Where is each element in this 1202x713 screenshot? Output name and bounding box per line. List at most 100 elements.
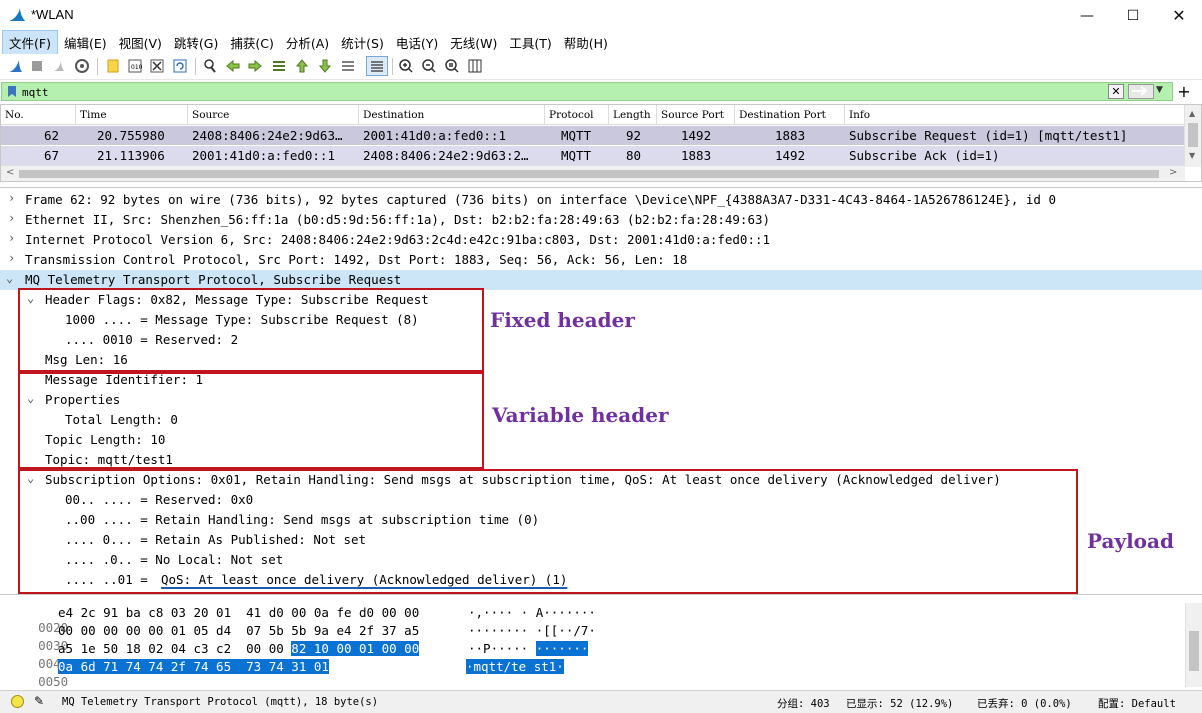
close-button[interactable]: ✕ [1156,0,1202,31]
minimize-button[interactable]: — [1064,0,1110,31]
chevron-right-icon[interactable]: › [8,191,20,205]
autoscroll-icon[interactable] [339,57,357,75]
stop-capture-icon[interactable] [28,57,46,75]
packet-list: No. Time Source Destination Protocol Len… [0,104,1202,182]
packet-destination: 2408:8406:24e2:9d63:2… [363,148,529,163]
reload-file-icon[interactable] [171,57,189,75]
chevron-right-icon[interactable]: › [8,251,20,265]
display-filter-input[interactable] [22,83,1102,100]
status-profile[interactable]: 配置: Default [1098,696,1176,711]
variable-header-box [18,372,484,469]
window-title: *WLAN [31,7,74,22]
status-displayed: 已显示: 52 (12.9%) [846,698,954,710]
resize-columns-icon[interactable] [466,57,484,75]
menu-analyze[interactable]: 分析(A) [280,31,335,54]
menu-go[interactable]: 跳转(G) [168,31,224,54]
start-capture-icon[interactable] [6,57,24,75]
clear-filter-icon[interactable]: ✕ [1108,84,1124,99]
packet-destination-port: 1492 [775,148,806,163]
bytes-ascii: ·mqtt/te st1· [466,659,564,677]
column-destination-port[interactable]: Destination Port [735,105,845,125]
bytes-ascii: ·,···· · A······· [468,605,596,620]
menu-telephony[interactable]: 电话(Y) [390,31,444,54]
go-last-packet-icon[interactable] [316,57,334,75]
payload-box [18,469,1078,594]
packet-row[interactable]: 62 20.755980 2408:8406:24e2:9d63… 2001:4… [1,126,1185,145]
status-dropped: 已丢弃: 0 (0.0%) [977,698,1072,710]
packet-no: 62 [44,128,60,143]
save-file-icon[interactable]: 010 [126,57,144,75]
restart-capture-icon[interactable] [50,57,68,75]
packet-protocol: MQTT [561,148,592,163]
apply-filter-icon[interactable] [1128,84,1154,99]
column-info[interactable]: Info [845,105,1185,125]
column-time[interactable]: Time [76,105,188,125]
bytes-vertical-scrollbar[interactable] [1185,603,1202,687]
filter-history-chevron-down-icon[interactable]: ▼ [1156,85,1163,95]
column-no[interactable]: No. [1,105,76,125]
packet-list-header: No. Time Source Destination Protocol Len… [1,105,1185,125]
column-destination[interactable]: Destination [359,105,545,125]
zoom-normal-icon[interactable] [443,57,461,75]
status-field-info: MQ Telemetry Transport Protocol (mqtt), … [62,696,379,708]
zoom-in-icon[interactable] [397,57,415,75]
open-file-icon[interactable] [104,57,122,75]
chevron-right-icon[interactable]: › [8,211,20,225]
find-packet-icon[interactable] [201,57,219,75]
tree-item-mqtt[interactable]: ⌄ MQ Telemetry Transport Protocol, Subsc… [0,270,1202,290]
packet-source: 2001:41d0:a:fed0::1 [192,148,335,163]
column-protocol[interactable]: Protocol [545,105,609,125]
packet-time: 20.755980 [97,128,165,143]
tree-item-frame[interactable]: › Frame 62: 92 bytes on wire (736 bits),… [0,190,1202,210]
bytes-ascii-highlight: ······· [535,641,589,656]
packet-list-horizontal-scrollbar[interactable]: < > [1,165,1185,181]
capture-options-icon[interactable] [73,57,91,75]
menu-file[interactable]: 文件(F) [2,30,58,55]
chevron-down-icon[interactable]: ⌄ [6,271,18,285]
chevron-right-icon[interactable]: › [8,231,20,245]
menu-wireless[interactable]: 无线(W) [444,31,503,54]
colorize-icon[interactable] [366,56,388,76]
tree-item-ethernet[interactable]: › Ethernet II, Src: Shenzhen_56:ff:1a (b… [0,210,1202,230]
packet-info: Subscribe Request (id=1) [mqtt/test1] [849,128,1128,143]
fixed-header-box [18,288,484,372]
bytes-hex: a5 1e 50 18 02 04 c3 c2 00 00 82 10 00 0… [58,641,420,656]
column-source[interactable]: Source [188,105,359,125]
menu-help[interactable]: 帮助(H) [558,31,614,54]
packet-no: 67 [44,148,60,163]
packet-list-vertical-scrollbar[interactable]: ▲ ▼ [1184,105,1201,167]
payload-label: Payload [1087,529,1174,553]
menu-capture[interactable]: 捕获(C) [224,31,279,54]
tree-item-ipv6[interactable]: › Internet Protocol Version 6, Src: 2408… [0,230,1202,250]
edit-comment-icon[interactable]: ✎ [34,694,44,708]
tree-item-tcp[interactable]: › Transmission Control Protocol, Src Por… [0,250,1202,270]
expert-info-icon[interactable] [11,695,24,708]
go-to-packet-icon[interactable] [270,57,288,75]
menu-tools[interactable]: 工具(T) [503,31,557,54]
bytes-hex-highlight: 82 10 00 01 00 00 [291,641,420,656]
wireshark-fin-icon [9,8,25,21]
bookmark-icon[interactable] [6,85,18,98]
fixed-header-label: Fixed header [490,308,635,332]
maximize-button[interactable]: ☐ [1110,0,1156,31]
menu-edit[interactable]: 编辑(E) [58,31,113,54]
packet-row[interactable]: 67 21.113906 2001:41d0:a:fed0::1 2408:84… [1,146,1185,165]
zoom-out-icon[interactable] [420,57,438,75]
packet-source: 2408:8406:24e2:9d63… [192,128,343,143]
packet-info: Subscribe Ack (id=1) [849,148,1000,163]
column-source-port[interactable]: Source Port [657,105,735,125]
go-back-icon[interactable] [224,57,242,75]
packet-length: 92 [626,128,642,143]
packet-details-tree: › Frame 62: 92 bytes on wire (736 bits),… [0,187,1202,595]
packet-protocol: MQTT [561,128,592,143]
menu-view[interactable]: 视图(V) [113,31,168,54]
bytes-hex: 00 00 00 00 00 01 05 d4 07 5b 5b 9a e4 2… [58,623,420,638]
add-filter-button-icon[interactable]: + [1176,82,1192,101]
menu-statistics[interactable]: 统计(S) [335,31,390,54]
close-file-icon[interactable] [148,57,166,75]
bytes-ascii: ········ ·[[··/7· [468,623,596,638]
go-first-packet-icon[interactable] [293,57,311,75]
column-length[interactable]: Length [609,105,657,125]
go-forward-icon[interactable] [246,57,264,75]
packet-length: 80 [626,148,642,163]
